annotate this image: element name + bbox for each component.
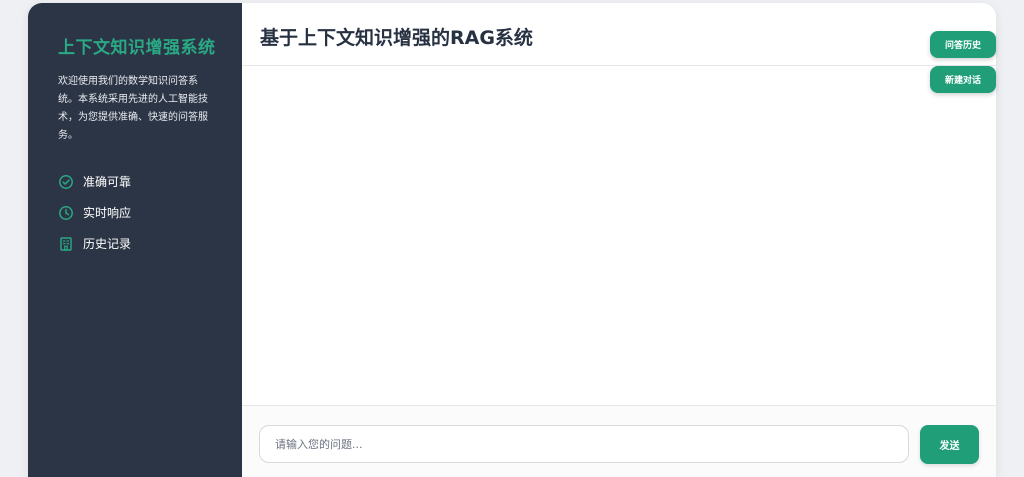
sidebar-title: 上下文知识增强系统 [58, 38, 216, 58]
feature-label: 准确可靠 [83, 175, 132, 189]
qa-history-button[interactable]: 问答历史 [930, 31, 996, 58]
question-input[interactable] [259, 425, 909, 463]
sidebar: 上下文知识增强系统 欢迎使用我们的数学知识问答系统。本系统采用先进的人工智能技术… [28, 3, 242, 477]
sidebar-description: 欢迎使用我们的数学知识问答系统。本系统采用先进的人工智能技术，为您提供准确、快速… [58, 76, 208, 141]
building-icon [58, 236, 74, 252]
input-bar: 发送 [242, 405, 996, 477]
page-title: 基于上下文知识增强的RAG系统 [260, 27, 533, 49]
app-window: 上下文知识增强系统 欢迎使用我们的数学知识问答系统。本系统采用先进的人工智能技术… [28, 3, 996, 477]
send-button[interactable]: 发送 [920, 425, 979, 464]
main-header: 基于上下文知识增强的RAG系统 [242, 3, 996, 66]
feature-label: 实时响应 [83, 206, 132, 220]
new-chat-button[interactable]: 新建对话 [930, 66, 996, 93]
main-panel: 基于上下文知识增强的RAG系统 发送 [242, 3, 996, 477]
clock-icon [58, 205, 74, 221]
chat-messages-area[interactable] [242, 66, 996, 405]
feature-item-realtime: 实时响应 [58, 197, 242, 228]
feature-label: 历史记录 [83, 237, 132, 251]
feature-item-history: 历史记录 [58, 228, 242, 259]
check-circle-icon [58, 174, 74, 190]
feature-item-accurate: 准确可靠 [58, 166, 242, 197]
feature-list: 准确可靠 实时响应 历史记录 [58, 166, 242, 259]
